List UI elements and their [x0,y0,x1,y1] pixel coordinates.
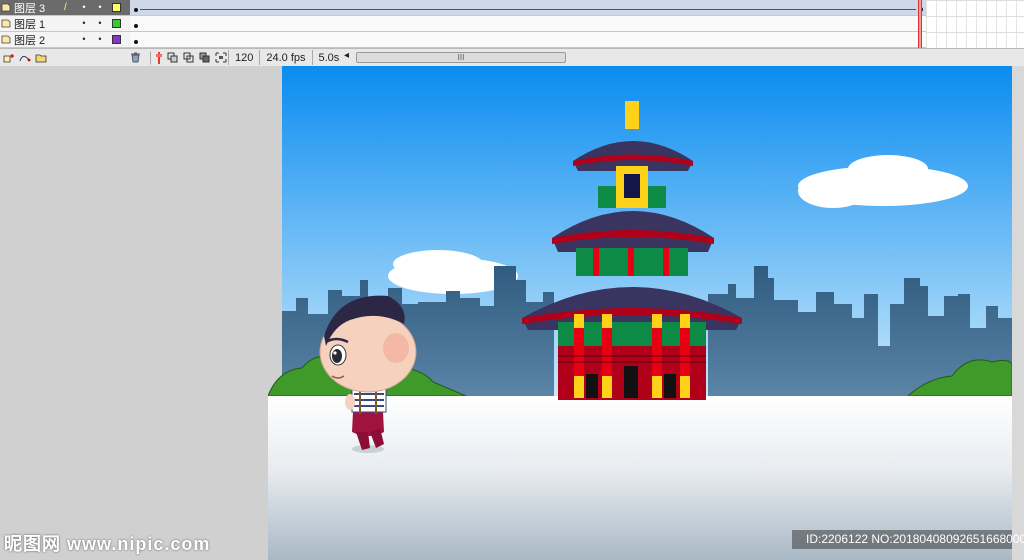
layer-color-swatch[interactable] [112,35,121,44]
onion-outlines-icon[interactable] [182,51,196,65]
lock-toggle[interactable]: • [92,3,108,12]
timeline-panel: 图层 3 / • • 图层 1 • • 图层 2 • • 120 24.0 fp… [0,0,1024,66]
timeline-toolbar: 120 24.0 fps 5.0s ◂ III [0,48,1024,66]
scene-artwork [268,66,1012,560]
pencil-icon: / [64,2,67,13]
add-folder-icon[interactable] [34,51,48,65]
trash-icon[interactable] [128,51,142,65]
layer-icon [1,3,11,12]
keyframe[interactable] [134,8,138,12]
layer-name: 图层 2 [14,34,46,47]
scroll-left-arrow[interactable]: ◂ [344,50,349,61]
keyframe[interactable] [134,24,138,28]
frame-grid[interactable] [926,0,1024,48]
layer-color-swatch[interactable] [112,19,121,28]
visibility-toggle[interactable]: • [76,3,92,12]
frame-rate-readout[interactable]: 24.0 fps [259,50,311,65]
layer-icon [1,35,11,44]
stage-pasteboard [0,66,1024,560]
add-motion-guide-icon[interactable] [18,51,32,65]
stage-canvas[interactable] [268,66,1012,560]
current-frame-readout: 120 [228,50,259,65]
playhead[interactable] [918,0,922,48]
onion-skin-icon[interactable] [166,51,180,65]
tween-line [140,9,916,10]
keyframe[interactable] [134,40,138,44]
layer-name: 图层 3 [14,2,46,15]
frame-track-layer-1[interactable] [130,16,926,32]
layer-row-2[interactable]: 图层 2 • • [0,32,130,48]
timeline-scrollbar-thumb[interactable]: III [356,52,566,63]
layer-row-3[interactable]: 图层 3 / • • [0,0,130,16]
layer-row-1[interactable]: 图层 1 • • [0,16,130,32]
layer-color-swatch[interactable] [112,3,121,12]
lock-toggle[interactable]: • [92,35,108,44]
pasteboard-right-edge [1012,66,1024,560]
frame-track-layer-3[interactable] [130,0,926,16]
visibility-toggle[interactable]: • [76,35,92,44]
watermark-logo: 昵图网 www.nipic.com [4,534,211,554]
modify-markers-icon[interactable] [214,51,228,65]
lock-toggle[interactable]: • [92,19,108,28]
layer-name: 图层 1 [14,18,46,31]
pasteboard-left-strip [268,66,282,396]
edit-multiple-frames-icon[interactable] [198,51,212,65]
frame-track-layer-2[interactable] [130,32,926,48]
center-frame-icon[interactable] [150,50,164,65]
watermark-id-bar: ID:2206122 NO:20180408092651668000 [792,530,1024,549]
layer-icon [1,19,11,28]
add-layer-icon[interactable] [2,51,16,65]
elapsed-time-readout: 5.0s [311,50,346,65]
visibility-toggle[interactable]: • [76,19,92,28]
